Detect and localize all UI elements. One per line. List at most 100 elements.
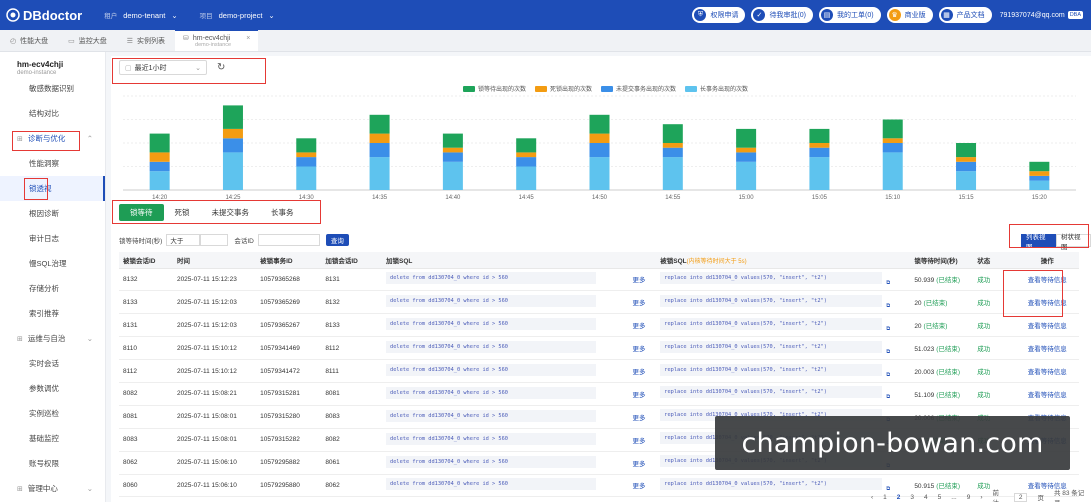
bar-segment[interactable] <box>149 171 170 190</box>
project-selector[interactable]: 项目 demo-project ⌄ <box>200 10 275 21</box>
tab-instance-list[interactable]: ☰ 实例列表 <box>117 31 175 51</box>
close-icon[interactable]: × <box>246 35 250 42</box>
copy-icon[interactable]: ⧉ <box>886 394 890 400</box>
tab-monitor-dashboard[interactable]: ▭ 监控大盘 <box>58 31 117 51</box>
query-button[interactable]: 查询 <box>325 234 349 246</box>
table-row[interactable]: 8112 2025-07-11 15:10:12 10579341472 8111 de… <box>119 359 1079 383</box>
table-row[interactable]: 8132 2025-07-11 15:12:23 10579365268 8131 de… <box>119 268 1079 292</box>
bar-segment[interactable] <box>442 147 463 153</box>
bar-segment[interactable] <box>662 147 683 158</box>
bar-segment[interactable] <box>1029 175 1050 181</box>
refresh-icon[interactable]: ↻ <box>217 62 225 73</box>
bar-segment[interactable] <box>369 114 390 134</box>
bar-segment[interactable] <box>662 124 683 143</box>
bar-segment[interactable] <box>442 152 463 162</box>
bar-segment[interactable] <box>516 152 537 158</box>
bar-segment[interactable] <box>516 138 537 153</box>
goto-page-input[interactable]: 2 <box>1013 492 1028 502</box>
more-link[interactable]: 更多 <box>633 483 646 490</box>
bar-segment[interactable] <box>809 147 830 158</box>
sidebar-item-6[interactable]: 审计日志 <box>0 226 105 251</box>
bar-segment[interactable] <box>736 152 757 162</box>
copy-icon[interactable]: ⧉ <box>886 349 890 355</box>
bar-segment[interactable] <box>149 161 170 172</box>
bar-segment[interactable] <box>662 157 683 190</box>
more-link[interactable]: 更多 <box>633 346 646 353</box>
bar-segment[interactable] <box>222 138 243 153</box>
more-link[interactable]: 更多 <box>633 300 646 307</box>
bar-segment[interactable] <box>736 128 757 148</box>
bar-segment[interactable] <box>296 157 317 167</box>
bar-segment[interactable] <box>296 152 317 158</box>
page-number[interactable]: ... <box>951 494 956 501</box>
bar-segment[interactable] <box>809 143 830 148</box>
bar-segment[interactable] <box>589 143 610 158</box>
sidebar-item-2[interactable]: ⊞ 诊断与优化 ⌃ <box>0 126 105 151</box>
bar-segment[interactable] <box>956 171 977 190</box>
copy-icon[interactable]: ⧉ <box>886 303 890 309</box>
header-pill-1[interactable]: ✓ 待我审批(0) <box>751 7 814 23</box>
sidebar-item-10[interactable]: ⊞ 运维与自治 ⌄ <box>0 326 105 351</box>
table-row[interactable]: 8082 2025-07-11 15:08:21 10579315281 8081 de… <box>119 382 1079 406</box>
page-number[interactable]: 5 <box>938 494 942 501</box>
page-number[interactable]: 9 <box>967 494 971 501</box>
tab-instance[interactable]: ⛁ hm-ecv4chji × demo-instance <box>175 29 259 51</box>
bar-segment[interactable] <box>882 138 903 143</box>
copy-icon[interactable]: ⧉ <box>886 326 890 332</box>
view-wait-info-link[interactable]: 查看等待信息 <box>1028 392 1067 399</box>
header-pill-0[interactable]: ⛨ 权限申请 <box>692 7 746 23</box>
sidebar-item-15[interactable]: 账号权限 <box>0 451 105 476</box>
more-link[interactable]: 更多 <box>633 323 646 330</box>
sidebar-item-9[interactable]: 索引推荐 <box>0 301 105 326</box>
bar-segment[interactable] <box>882 143 903 153</box>
sidebar-item-3[interactable]: 性能洞察 <box>0 151 105 176</box>
more-link[interactable]: 更多 <box>633 438 646 445</box>
bar-segment[interactable] <box>149 152 170 162</box>
bar-segment[interactable] <box>589 157 610 190</box>
bar-segment[interactable] <box>956 157 977 162</box>
user-menu[interactable]: 791937074@qq.com DBA <box>1000 11 1083 19</box>
compare-op-select[interactable]: 大于 <box>166 234 201 246</box>
bar-segment[interactable] <box>809 128 830 143</box>
bar-segment[interactable] <box>149 133 170 153</box>
prev-page-button[interactable]: ‹ <box>871 494 873 501</box>
tab-perf-dashboard[interactable]: ◴ 性能大盘 <box>0 31 58 51</box>
tab-lock-type-2[interactable]: 未提交事务 <box>201 204 261 221</box>
sidebar-item-4[interactable]: 锁透视 <box>0 176 105 201</box>
bar-segment[interactable] <box>589 114 610 134</box>
table-row[interactable]: 8133 2025-07-11 15:12:03 10579365269 8132 de… <box>119 290 1079 315</box>
bar-segment[interactable] <box>1029 180 1050 190</box>
more-link[interactable]: 更多 <box>633 277 646 284</box>
view-wait-info-link[interactable]: 查看等待信息 <box>1028 346 1067 353</box>
wait-time-input[interactable] <box>200 234 229 246</box>
view-button-1[interactable]: 树状视图 <box>1056 234 1091 251</box>
more-link[interactable]: 更多 <box>633 415 646 422</box>
bar-segment[interactable] <box>736 161 757 190</box>
session-id-input[interactable] <box>257 234 320 246</box>
sidebar-item-11[interactable]: 实时会话 <box>0 351 105 376</box>
sidebar-item-1[interactable]: 结构对比 <box>0 101 105 126</box>
page-number[interactable]: 2 <box>897 494 901 501</box>
sidebar-item-16[interactable]: ⊞ 管理中心 ⌄ <box>0 476 105 501</box>
page-number[interactable]: 4 <box>924 494 928 501</box>
bar-segment[interactable] <box>589 133 610 143</box>
bar-segment[interactable] <box>809 157 830 190</box>
view-wait-info-link[interactable]: 查看等待信息 <box>1028 300 1067 307</box>
bar-segment[interactable] <box>1029 171 1050 176</box>
copy-icon[interactable]: ⧉ <box>886 280 890 286</box>
page-number[interactable]: 1 <box>883 494 887 501</box>
bar-segment[interactable] <box>222 105 243 129</box>
header-pill-2[interactable]: ▤ 我的工单(0) <box>819 7 881 23</box>
table-row[interactable]: 8110 2025-07-11 15:10:12 10579341469 8112 de… <box>119 336 1079 361</box>
bar-segment[interactable] <box>222 128 243 139</box>
sidebar-item-7[interactable]: 慢SQL治理 <box>0 251 105 276</box>
view-wait-info-link[interactable]: 查看等待信息 <box>1028 369 1067 376</box>
bar-segment[interactable] <box>369 143 390 158</box>
copy-icon[interactable]: ⧉ <box>886 372 890 378</box>
sidebar-item-0[interactable]: 敏感数据识别 <box>0 76 105 101</box>
next-page-button[interactable]: › <box>980 494 982 501</box>
bar-segment[interactable] <box>442 161 463 190</box>
bar-segment[interactable] <box>516 166 537 191</box>
sidebar-item-14[interactable]: 基础监控 <box>0 426 105 451</box>
bar-segment[interactable] <box>442 133 463 148</box>
